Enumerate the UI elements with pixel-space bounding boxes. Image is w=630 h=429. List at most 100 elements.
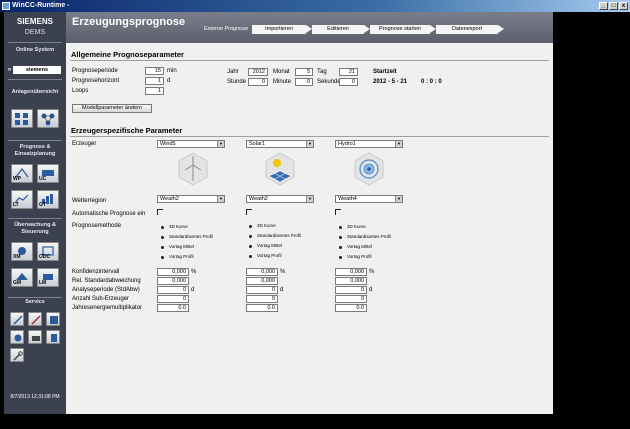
wetter-select-1[interactable]: Weath2 ▼ bbox=[157, 195, 225, 203]
method-radio-mittel-1[interactable] bbox=[161, 246, 164, 249]
tag-label: Tag bbox=[317, 69, 327, 75]
service-button-4[interactable] bbox=[10, 330, 24, 344]
app-icon bbox=[2, 2, 10, 10]
service-button-2[interactable] bbox=[28, 312, 42, 326]
method-radio-std-2[interactable] bbox=[249, 235, 252, 238]
auto-prognose-checkbox-1[interactable] bbox=[157, 209, 163, 215]
nav-button-wp[interactable]: WP bbox=[11, 164, 33, 183]
sekunde-input[interactable]: 0 bbox=[339, 78, 358, 86]
jahres-input-1[interactable]: 0.0 bbox=[157, 304, 189, 312]
section-ueberwachung: Überwachung & Steuerung bbox=[14, 222, 56, 235]
sidebar-divider bbox=[8, 218, 62, 219]
nav-button-odc[interactable]: ODC bbox=[37, 242, 59, 261]
rel-input-1[interactable]: 0,000 bbox=[157, 277, 189, 285]
section-divider bbox=[70, 60, 549, 61]
rel-input-3[interactable]: 0,000 bbox=[335, 277, 367, 285]
analyse-input-1[interactable]: 0 bbox=[157, 286, 189, 294]
konfidenz-input-3[interactable]: 0,000 bbox=[335, 268, 367, 276]
rel-label: Rel. Standardabweichung bbox=[72, 278, 141, 284]
erzeuger-select-2[interactable]: Solar1 ▼ bbox=[246, 140, 314, 148]
anzahl-input-3[interactable]: 0 bbox=[335, 295, 367, 303]
method-radio-mittel-2[interactable] bbox=[249, 245, 252, 248]
hydro-turbine-icon bbox=[354, 152, 384, 186]
rel-input-2[interactable]: 0,000 bbox=[246, 277, 278, 285]
method-radio-mittel-3[interactable] bbox=[339, 246, 342, 249]
arrow-tool-icon bbox=[13, 315, 23, 325]
method-radio-3d-3[interactable] bbox=[339, 226, 342, 229]
tag-input[interactable]: 21 bbox=[339, 68, 358, 76]
network-icon bbox=[41, 113, 55, 126]
method-radio-3d-1[interactable] bbox=[161, 226, 164, 229]
analyse-label: Analyseperiode (StdAbw) bbox=[72, 287, 140, 293]
print-icon bbox=[32, 336, 40, 341]
startzeit-label: Startzeit bbox=[373, 69, 397, 75]
online-system-label: Online System bbox=[15, 47, 55, 53]
method-radio-profil-2[interactable] bbox=[249, 255, 252, 258]
modellparameter-button[interactable]: Modellparameter ändern bbox=[72, 104, 152, 113]
service-button-6[interactable] bbox=[46, 330, 60, 344]
step-prognose-starten[interactable]: Prognose starten bbox=[370, 25, 430, 34]
nav-button-gm[interactable]: GM bbox=[11, 268, 33, 287]
konfidenz-input-2[interactable]: 0,000 bbox=[246, 268, 278, 276]
analyse-input-3[interactable]: 0 bbox=[335, 286, 367, 294]
overview-button-1[interactable] bbox=[11, 109, 33, 128]
method-label: Vortag Mittel bbox=[169, 244, 195, 249]
workflow-label: Externe Prognose bbox=[204, 26, 249, 32]
window-title: WinCC-Runtime - bbox=[12, 2, 70, 9]
service-button-3[interactable] bbox=[46, 312, 60, 326]
method-radio-profil-3[interactable] bbox=[339, 256, 342, 259]
monat-input[interactable]: 5 bbox=[295, 68, 313, 76]
jahr-input[interactable]: 2012 bbox=[248, 68, 268, 76]
edit-tool-icon bbox=[31, 315, 41, 325]
horizont-label: Prognosehorizont bbox=[72, 78, 120, 84]
method-radio-std-3[interactable] bbox=[339, 236, 342, 239]
method-label: Standardisiertes Profil bbox=[257, 233, 302, 238]
wetter-select-3[interactable]: Weath4 ▼ bbox=[335, 195, 403, 203]
erzeuger-select-3[interactable]: Hydro1 ▼ bbox=[335, 140, 403, 148]
jahr-label: Jahr bbox=[227, 69, 239, 75]
method-label: Vortag Profil bbox=[347, 254, 372, 259]
method-radio-3d-2[interactable] bbox=[249, 225, 252, 228]
horizont-input[interactable]: 1 bbox=[145, 77, 164, 85]
nav-button-uc[interactable]: UC bbox=[37, 164, 59, 183]
step-datenexport[interactable]: Datenexport bbox=[436, 25, 498, 34]
erzeuger-label: Erzeuger bbox=[72, 141, 97, 147]
auto-prognose-checkbox-3[interactable] bbox=[335, 209, 341, 215]
method-label: Standardisiertes Profil bbox=[347, 234, 392, 239]
minimize-button[interactable]: _ bbox=[599, 2, 608, 10]
dropdown-arrow-icon: ▼ bbox=[306, 196, 313, 202]
service-button-7[interactable] bbox=[10, 348, 24, 362]
stunde-input[interactable]: 0 bbox=[248, 78, 268, 86]
method-label: 3D Kurve bbox=[257, 223, 276, 228]
konfidenz-input-1[interactable]: 0,000 bbox=[157, 268, 189, 276]
analyse-input-2[interactable]: 0 bbox=[246, 286, 278, 294]
nav-button-gt[interactable]: GT bbox=[37, 190, 59, 209]
service-button-1[interactable] bbox=[10, 312, 24, 326]
user-field[interactable]: » siemens bbox=[8, 66, 61, 74]
service-button-5[interactable] bbox=[28, 330, 42, 344]
nav-button-lt[interactable]: LT bbox=[11, 190, 33, 209]
auto-prognose-checkbox-2[interactable] bbox=[246, 209, 252, 215]
section-divider bbox=[70, 136, 549, 137]
analyse-unit-2: d bbox=[280, 287, 284, 293]
nav-button-lm[interactable]: LM bbox=[37, 268, 59, 287]
maximize-button[interactable]: □ bbox=[609, 2, 618, 10]
anzahl-input-2[interactable]: 0 bbox=[246, 295, 278, 303]
step-editieren[interactable]: Editieren bbox=[312, 25, 364, 34]
step-importieren[interactable]: Importieren bbox=[252, 25, 306, 34]
erzeuger-select-1[interactable]: Wind5 ▼ bbox=[157, 140, 225, 148]
minute-input[interactable]: 0 bbox=[295, 78, 313, 86]
anzahl-input-1[interactable]: 0 bbox=[157, 295, 189, 303]
close-button[interactable]: x bbox=[619, 2, 628, 10]
jahres-input-3[interactable]: 0.0 bbox=[335, 304, 367, 312]
jahres-input-2[interactable]: 0.0 bbox=[246, 304, 278, 312]
wetter-select-2[interactable]: Weath2 ▼ bbox=[246, 195, 314, 203]
method-radio-std-1[interactable] bbox=[161, 236, 164, 239]
loops-input[interactable]: 1 bbox=[145, 87, 164, 95]
periode-input[interactable]: 15 bbox=[145, 67, 164, 75]
konfidenz-unit-2: % bbox=[280, 269, 286, 275]
nav-button-xm[interactable]: XM bbox=[11, 242, 33, 261]
method-label: Vortag Profil bbox=[169, 254, 194, 259]
overview-button-2[interactable] bbox=[37, 109, 59, 128]
method-radio-profil-1[interactable] bbox=[161, 256, 164, 259]
